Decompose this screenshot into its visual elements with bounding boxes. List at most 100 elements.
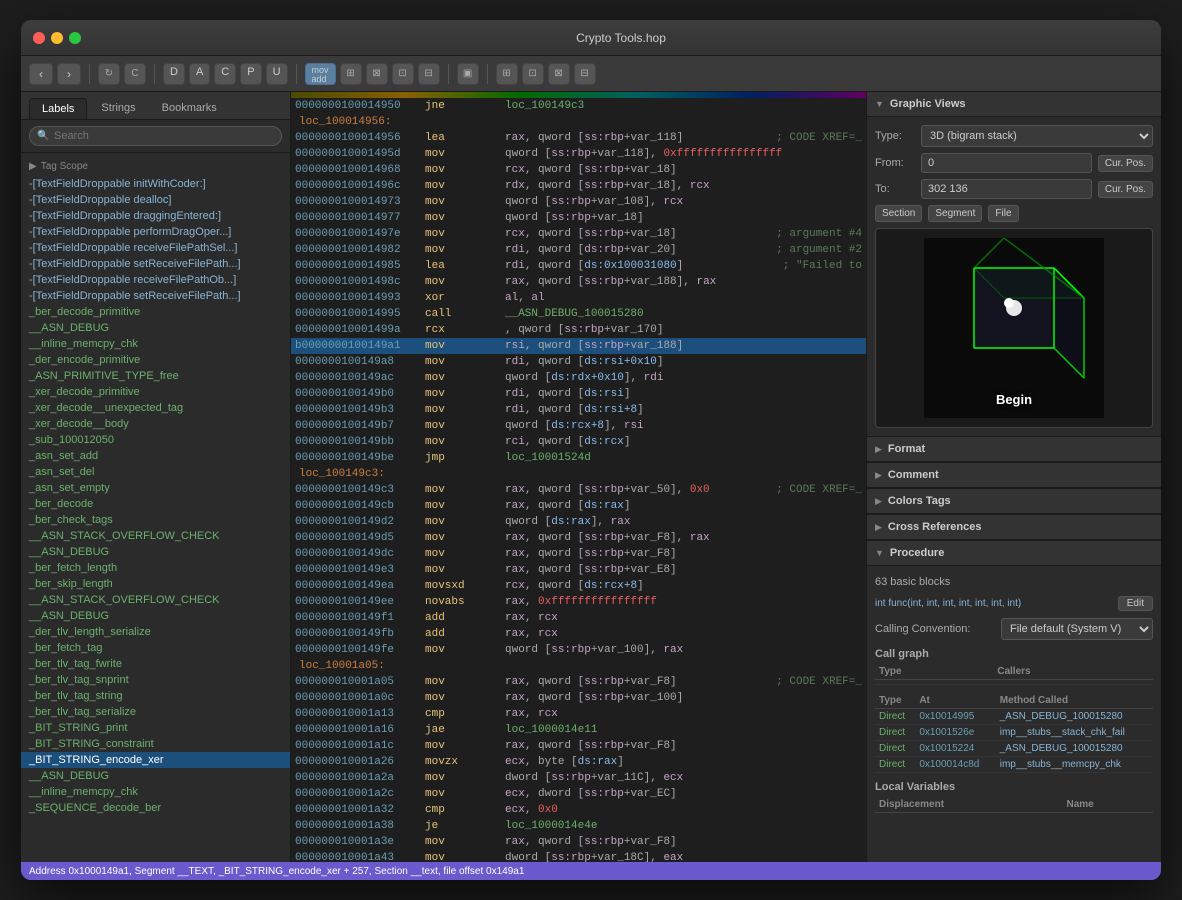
scope-header[interactable]: ▶ Tag Scope — [21, 157, 290, 176]
file-button[interactable]: File — [988, 205, 1018, 222]
asm-line[interactable]: 000000010001a05 mov rax, qword [ss:rbp+v… — [291, 674, 866, 690]
graphic-views-header[interactable]: ▼ Graphic Views — [867, 92, 1161, 117]
c-button[interactable]: C — [124, 63, 146, 85]
tab-labels[interactable]: Labels — [29, 98, 87, 119]
list-item[interactable]: -[TextFieldDroppable receiveFilePathOb..… — [21, 272, 290, 288]
list-item[interactable]: -[TextFieldDroppable initWithCoder:] — [21, 176, 290, 192]
asm-line[interactable]: 0000000100149ee novabs rax, 0xffffffffff… — [291, 594, 866, 610]
asm-line[interactable]: 0000000100149b3 mov rdi, qword [ds:rsi+8… — [291, 402, 866, 418]
list-item[interactable]: _BIT_STRING_print — [21, 720, 290, 736]
list-item[interactable]: _ber_fetch_tag — [21, 640, 290, 656]
mov-add-button[interactable]: movadd — [305, 63, 336, 85]
icon-btn-9[interactable]: ⊟ — [574, 63, 596, 85]
asm-line[interactable]: 0000000100149ea movsxd rcx, qword [ds:rc… — [291, 578, 866, 594]
asm-line[interactable]: 0000000100014973 mov qword [ss:rbp+var_1… — [291, 194, 866, 210]
cross-refs-header[interactable]: ▶ Cross References — [867, 515, 1161, 540]
a-button[interactable]: A — [189, 63, 210, 85]
list-item[interactable]: -[TextFieldDroppable setReceiveFilePath.… — [21, 288, 290, 304]
search-input[interactable] — [29, 126, 282, 146]
d-button[interactable]: D — [163, 63, 185, 85]
list-item[interactable]: _xer_decode__unexpected_tag — [21, 400, 290, 416]
icon-btn-6[interactable]: ⊞ — [496, 63, 518, 85]
refresh-button[interactable]: ↻ — [98, 63, 120, 85]
segment-button[interactable]: Segment — [928, 205, 982, 222]
asm-line[interactable]: 000000010001497e mov rcx, qword [ss:rbp+… — [291, 226, 866, 242]
list-item[interactable]: _xer_decode__body — [21, 416, 290, 432]
list-item[interactable]: __ASN_DEBUG — [21, 608, 290, 624]
list-item[interactable]: __ASN_STACK_OVERFLOW_CHECK — [21, 592, 290, 608]
asm-line[interactable]: 000000010001a1c mov rax, qword [ss:rbp+v… — [291, 738, 866, 754]
list-item[interactable]: -[TextFieldDroppable receiveFilePathSel.… — [21, 240, 290, 256]
asm-line[interactable]: 0000000100149b0 mov rdi, qword [ds:rsi] — [291, 386, 866, 402]
list-item[interactable]: _asn_set_empty — [21, 480, 290, 496]
section-button[interactable]: Section — [875, 205, 922, 222]
asm-line[interactable]: 0000000100014985 lea rdi, qword [ds:0x10… — [291, 258, 866, 274]
tab-bookmarks[interactable]: Bookmarks — [150, 98, 229, 119]
format-header[interactable]: ▶ Format — [867, 437, 1161, 462]
list-item[interactable]: -[TextFieldDroppable performDragOper...] — [21, 224, 290, 240]
asm-line[interactable]: 000000010001a13 cmp rax, rcx — [291, 706, 866, 722]
from-input[interactable] — [921, 153, 1092, 173]
asm-line[interactable]: 0000000100149d2 mov qword [ds:rax], rax — [291, 514, 866, 530]
asm-line[interactable]: 000000010001a2a mov dword [ss:rbp+var_11… — [291, 770, 866, 786]
asm-line[interactable]: 000000010001a38 je loc_1000014e4e — [291, 818, 866, 834]
procedure-header[interactable]: ▼ Procedure — [867, 541, 1161, 566]
asm-line[interactable]: 000000010001498c mov rax, qword [ss:rbp+… — [291, 274, 866, 290]
list-item[interactable]: _ber_check_tags — [21, 512, 290, 528]
forward-button[interactable]: › — [57, 63, 81, 85]
asm-line[interactable]: 0000000100149fb add rax, rcx — [291, 626, 866, 642]
maximize-button[interactable] — [69, 32, 81, 44]
back-button[interactable]: ‹ — [29, 63, 53, 85]
list-item[interactable]: _ber_tlv_tag_snprint — [21, 672, 290, 688]
asm-line[interactable]: 000000010001499a rcx , qword [ss:rbp+var… — [291, 322, 866, 338]
asm-line[interactable]: 0000000100149e3 mov rax, qword [ss:rbp+v… — [291, 562, 866, 578]
list-item[interactable]: _asn_set_del — [21, 464, 290, 480]
minimize-button[interactable] — [51, 32, 63, 44]
list-item[interactable]: __ASN_STACK_OVERFLOW_CHECK — [21, 528, 290, 544]
table-row[interactable]: Direct 0x100014c8d imp__stubs__memcpy_ch… — [875, 756, 1153, 772]
comment-header[interactable]: ▶ Comment — [867, 463, 1161, 488]
list-item[interactable]: -[TextFieldDroppable dealloc] — [21, 192, 290, 208]
list-item[interactable]: _SEQUENCE_decode_ber — [21, 800, 290, 816]
table-row[interactable]: Direct 0x1001526e imp__stubs__stack_chk_… — [875, 724, 1153, 740]
list-item[interactable]: _ber_decode — [21, 496, 290, 512]
list-item[interactable]: _ber_tlv_tag_serialize — [21, 704, 290, 720]
icon-btn-8[interactable]: ⊠ — [548, 63, 570, 85]
table-row[interactable]: Direct 0x10015224 _ASN_DEBUG_100015280 — [875, 740, 1153, 756]
asm-line[interactable]: 0000000100149f1 add rax, rcx — [291, 610, 866, 626]
asm-line[interactable]: 000000010001495d mov qword [ss:rbp+var_1… — [291, 146, 866, 162]
asm-line[interactable]: 000000010001a26 movzx ecx, byte [ds:rax] — [291, 754, 866, 770]
type-select[interactable]: 3D (bigram stack) — [921, 125, 1153, 147]
list-item[interactable]: _xer_decode_primitive — [21, 384, 290, 400]
list-item[interactable]: -[TextFieldDroppable setReceiveFilePath.… — [21, 256, 290, 272]
asm-line[interactable]: 000000010001a16 jae loc_1000014e11 — [291, 722, 866, 738]
asm-line[interactable]: 0000000100014968 mov rcx, qword [ss:rbp+… — [291, 162, 866, 178]
to-input[interactable] — [921, 179, 1092, 199]
list-item[interactable]: _ber_skip_length — [21, 576, 290, 592]
asm-line[interactable]: 0000000100014956 lea rax, qword [ss:rbp+… — [291, 130, 866, 146]
cur-pos-button-to[interactable]: Cur. Pos. — [1098, 181, 1153, 198]
list-item[interactable]: _BIT_STRING_constraint — [21, 736, 290, 752]
list-item[interactable]: _ber_fetch_length — [21, 560, 290, 576]
list-item[interactable]: _der_encode_primitive — [21, 352, 290, 368]
p-button[interactable]: P — [240, 63, 261, 85]
list-item[interactable]: _ber_tlv_tag_string — [21, 688, 290, 704]
asm-line[interactable]: 0000000100014950 jne loc_100149c3 — [291, 98, 866, 114]
u-button[interactable]: U — [266, 63, 288, 85]
asm-line[interactable]: 000000010001a3e mov rax, qword [ss:rbp+v… — [291, 834, 866, 850]
list-item[interactable]: _asn_set_add — [21, 448, 290, 464]
list-item-selected[interactable]: _BIT_STRING_encode_xer — [21, 752, 290, 768]
list-item[interactable]: __ASN_DEBUG — [21, 320, 290, 336]
list-item[interactable]: __inline_memcpy_chk — [21, 784, 290, 800]
icon-btn-1[interactable]: ⊞ — [340, 63, 362, 85]
icon-btn-3[interactable]: ⊡ — [392, 63, 414, 85]
list-item[interactable]: __inline_memcpy_chk — [21, 336, 290, 352]
asm-line[interactable]: 000000010001a0c mov rax, qword [ss:rbp+v… — [291, 690, 866, 706]
icon-btn-5[interactable]: ▣ — [457, 63, 479, 85]
edit-button[interactable]: Edit — [1118, 596, 1153, 611]
list-item[interactable]: _der_tlv_length_serialize — [21, 624, 290, 640]
tab-strings[interactable]: Strings — [89, 98, 147, 119]
asm-line[interactable]: 0000000100149bb mov rci, qword [ds:rcx] — [291, 434, 866, 450]
asm-line[interactable]: 0000000100149dc mov rax, qword [ss:rbp+v… — [291, 546, 866, 562]
asm-view[interactable]: 0000000100014950 jne loc_100149c3 loc_10… — [291, 98, 866, 862]
